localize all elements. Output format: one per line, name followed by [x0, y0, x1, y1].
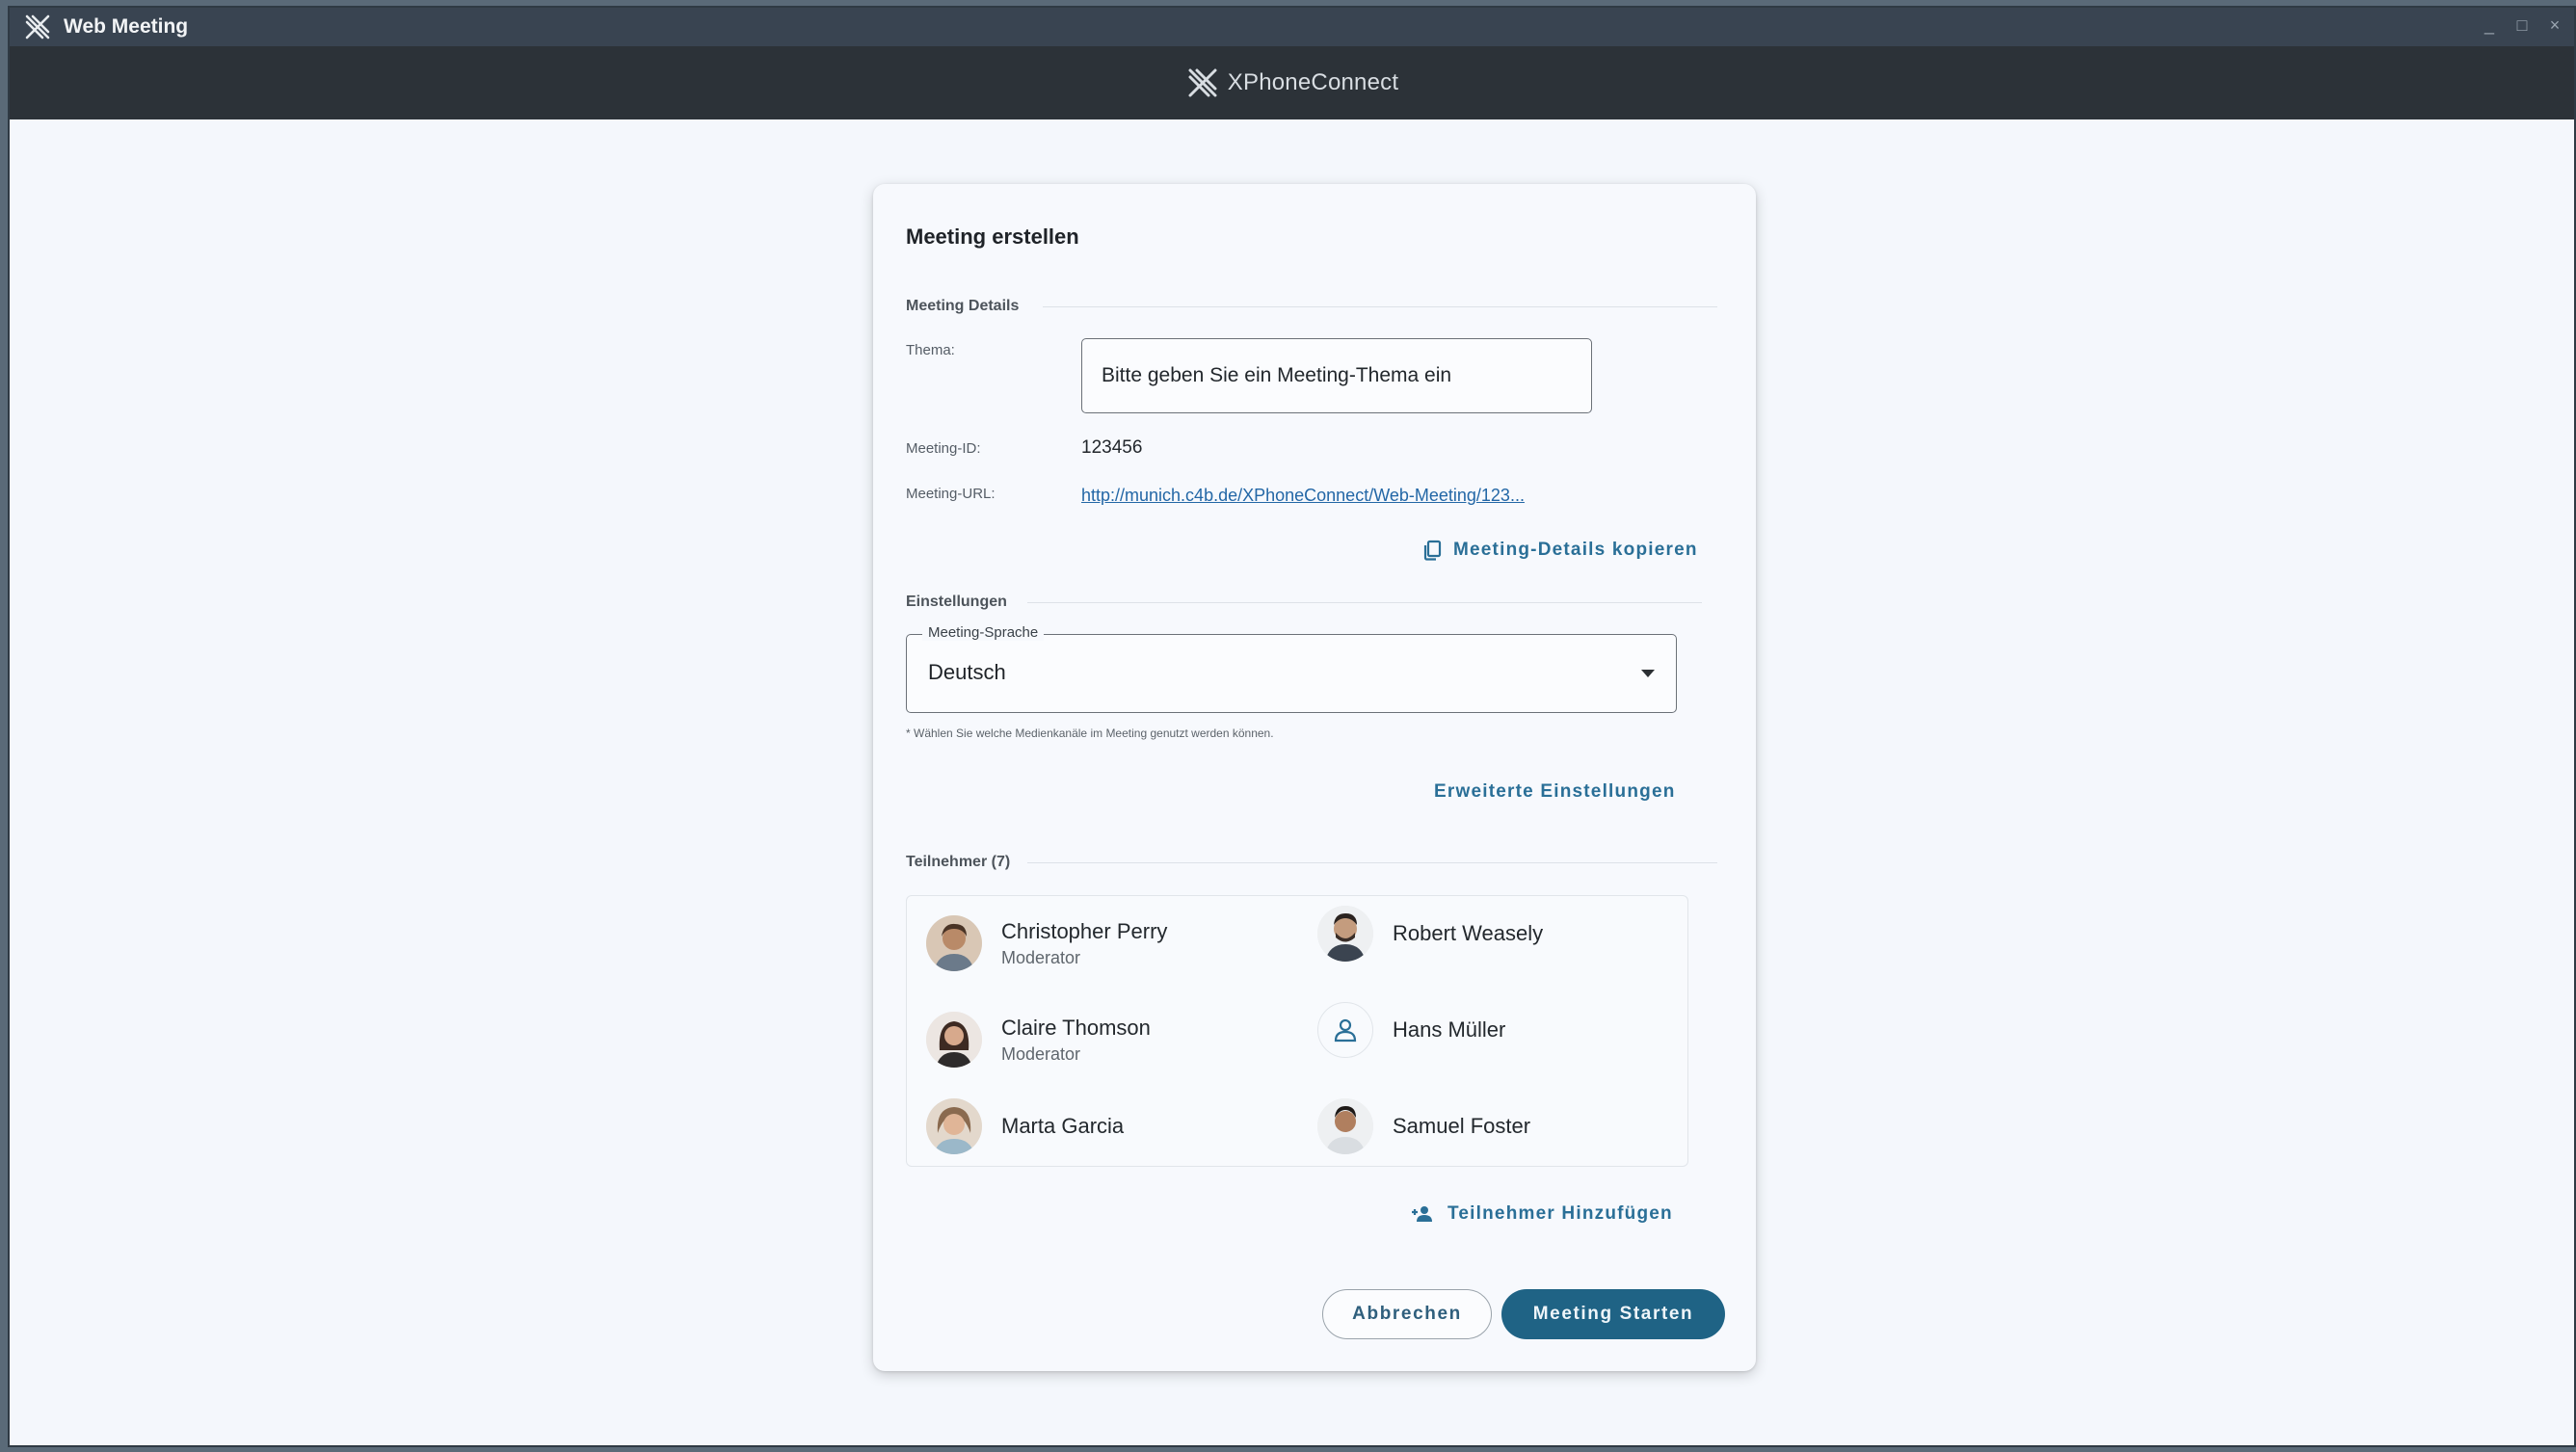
- topic-label: Thema:: [906, 342, 955, 358]
- brand-name-part2: Connect: [1311, 69, 1399, 95]
- section-participants: Teilnehmer (7): [906, 854, 1011, 870]
- language-select[interactable]: Meeting-Sprache Deutsch: [906, 624, 1677, 713]
- participant-text: Robert Weasely: [1393, 921, 1543, 946]
- participant-robert-weasely[interactable]: Robert Weasely: [1317, 906, 1543, 962]
- participant-text: Christopher Perry Moderator: [1001, 919, 1167, 968]
- participant-role: Moderator: [1001, 947, 1081, 967]
- brand-name: XPhoneConnect: [1228, 69, 1398, 96]
- meeting-url-label: Meeting-URL:: [906, 486, 996, 502]
- participant-christopher-perry[interactable]: Christopher Perry Moderator: [926, 915, 1167, 971]
- avatar: [926, 915, 982, 971]
- participant-samuel-foster[interactable]: Samuel Foster: [1317, 1098, 1530, 1154]
- create-meeting-dialog: Meeting erstellen Meeting Details Thema:…: [873, 184, 1756, 1371]
- xphone-logo-icon: [1188, 68, 1217, 97]
- advanced-settings-button[interactable]: Erweiterte Einstellungen: [1434, 781, 1676, 803]
- divider: [1027, 602, 1702, 603]
- photo-avatar-icon: [1317, 906, 1373, 962]
- maximize-button[interactable]: □: [2512, 13, 2532, 37]
- meeting-id-label: Meeting-ID:: [906, 440, 981, 457]
- participant-name: Robert Weasely: [1393, 921, 1544, 945]
- participant-text: Claire Thomson Moderator: [1001, 1016, 1151, 1065]
- participants-list: Christopher Perry Moderator Robert Wease…: [906, 895, 1688, 1167]
- photo-avatar-icon: [926, 1012, 982, 1068]
- participant-name: Christopher Perry: [1001, 918, 1168, 943]
- brand-header: XPhoneConnect: [10, 46, 2574, 119]
- avatar: [926, 1012, 982, 1068]
- photo-avatar-icon: [926, 915, 982, 971]
- avatar: [1317, 1002, 1373, 1058]
- participant-marta-garcia[interactable]: Marta Garcia: [926, 1098, 1124, 1154]
- caret-down-icon: [1641, 670, 1655, 677]
- add-participant-label: Teilnehmer Hinzufügen: [1447, 1203, 1673, 1224]
- add-participant-button[interactable]: Teilnehmer Hinzufügen: [1411, 1203, 1673, 1225]
- copy-details-label: Meeting-Details kopieren: [1453, 540, 1698, 560]
- copy-details-button[interactable]: Meeting-Details kopieren: [1422, 540, 1698, 561]
- minimize-button[interactable]: _: [2480, 13, 2499, 37]
- advanced-settings-label: Erweiterte Einstellungen: [1434, 781, 1676, 802]
- language-select-value: Deutsch: [928, 660, 1006, 684]
- participant-text: Hans Müller: [1393, 1017, 1505, 1043]
- brand: XPhoneConnect: [1185, 66, 1398, 100]
- topic-input[interactable]: [1081, 338, 1592, 413]
- brand-name-part1: XPhone: [1227, 69, 1312, 95]
- participant-text: Samuel Foster: [1393, 1114, 1530, 1139]
- window-title: Web Meeting: [64, 15, 189, 38]
- divider: [1027, 862, 1717, 863]
- media-channels-hint: * Wählen Sie welche Medienkanäle im Meet…: [906, 726, 1274, 740]
- meeting-url-link[interactable]: http://munich.c4b.de/XPhoneConnect/Web-M…: [1081, 486, 1525, 506]
- avatar: [1317, 906, 1373, 962]
- xphone-logo-icon: [25, 14, 50, 40]
- participant-claire-thomson[interactable]: Claire Thomson Moderator: [926, 1012, 1151, 1068]
- participant-name: Marta Garcia: [1001, 1114, 1125, 1138]
- window-titlebar[interactable]: Web Meeting _ □ ×: [10, 8, 2574, 46]
- participant-text: Marta Garcia: [1001, 1114, 1124, 1139]
- dialog-title: Meeting erstellen: [906, 224, 1079, 249]
- photo-avatar-icon: [926, 1098, 982, 1154]
- avatar: [1317, 1098, 1373, 1154]
- cancel-button[interactable]: Abbrechen: [1322, 1289, 1492, 1339]
- participant-name: Claire Thomson: [1001, 1015, 1151, 1040]
- meeting-id-value: 123456: [1081, 437, 1143, 458]
- section-meeting-details: Meeting Details: [906, 298, 1020, 314]
- add-people-icon: [1412, 1206, 1432, 1222]
- photo-avatar-icon: [1317, 1098, 1373, 1154]
- section-settings: Einstellungen: [906, 594, 1007, 610]
- participant-name: Hans Müller: [1393, 1017, 1506, 1042]
- window-controls: _ □ ×: [2480, 13, 2564, 37]
- person-icon: [1334, 1018, 1357, 1043]
- participant-name: Samuel Foster: [1393, 1114, 1531, 1138]
- copy-icon: [1423, 540, 1442, 561]
- web-meeting-window: Web Meeting _ □ × XPhoneConnect Meeting …: [8, 6, 2576, 1447]
- participant-role: Moderator: [1001, 1043, 1081, 1064]
- language-select-label: Meeting-Sprache: [922, 624, 1045, 641]
- start-meeting-button[interactable]: Meeting Starten: [1501, 1289, 1725, 1339]
- close-button[interactable]: ×: [2545, 13, 2564, 37]
- divider: [1043, 306, 1717, 307]
- avatar: [926, 1098, 982, 1154]
- participant-hans-muller[interactable]: Hans Müller: [1317, 1002, 1505, 1058]
